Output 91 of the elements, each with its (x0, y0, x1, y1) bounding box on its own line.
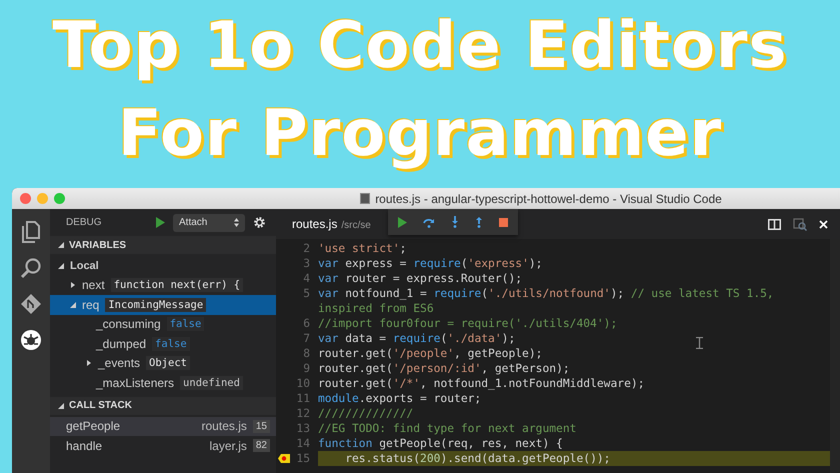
variable-row[interactable]: req IncomingMessage (50, 295, 276, 314)
frame-file: layer.js (210, 438, 247, 453)
code-line: var data = require('./data'); (318, 331, 516, 346)
variable-value: undefined (180, 376, 243, 390)
expanded-arrow-icon[interactable] (58, 402, 64, 408)
variable-row[interactable]: _maxListeners undefined (50, 373, 276, 392)
variable-name: _consuming (96, 317, 161, 332)
variable-row[interactable]: _dumped false (50, 334, 276, 354)
code-line: router.get('/*', notfound_1.notFoundMiddleware); (318, 376, 644, 391)
tab-path: /src/se (341, 220, 371, 231)
close-icon[interactable] (819, 220, 828, 228)
debug-icon[interactable] (20, 329, 42, 351)
variable-name: req (82, 298, 100, 312)
variable-name: next (82, 278, 105, 292)
code-line: router.get('/people', getPeople); (318, 346, 542, 361)
line-number: 5 (303, 287, 310, 300)
banner-title: Top 1o Code Editors (52, 8, 788, 85)
banner-title: For Programmer (118, 96, 722, 173)
frame-name: getPeople (66, 419, 122, 434)
step-into-icon[interactable] (451, 216, 459, 228)
updown-caret-icon (234, 218, 239, 227)
tab-filename: routes.js (292, 217, 338, 231)
section-title: VARIABLES (69, 240, 126, 250)
scope-row[interactable]: Local (50, 256, 276, 276)
stop-icon[interactable] (499, 218, 508, 226)
search-icon[interactable] (20, 257, 42, 279)
section-title: CALL STACK (69, 400, 132, 411)
code-line: //import four0four = require('./utils/404'); (318, 316, 618, 331)
variable-name: _events (98, 356, 140, 370)
scope-name: Local (70, 260, 99, 272)
line-number: 8 (303, 347, 310, 360)
code-line: function getPeople(req, res, next) { (318, 436, 563, 451)
frame-name: handle (66, 438, 104, 453)
variable-row[interactable]: next function next(err) { (50, 276, 276, 295)
frame-file: routes.js (202, 419, 247, 434)
line-number: 12 (296, 407, 310, 420)
line-number: 13 (296, 422, 310, 435)
code-line: router.get('/person/:id', getPerson); (318, 361, 570, 376)
split-editor-icon[interactable] (768, 218, 781, 230)
stack-frame-row[interactable]: getPeople routes.js 15 (50, 416, 276, 436)
variable-value: Object (146, 356, 190, 370)
configuration-select[interactable]: Attach (173, 214, 245, 232)
variable-value: false (152, 336, 190, 351)
variable-name: _maxListeners (96, 376, 174, 390)
code-line: module.exports = router; (318, 391, 482, 406)
section-header[interactable]: CALL STACK (50, 396, 276, 414)
variable-value: false (166, 317, 204, 332)
section-header[interactable]: VARIABLES (50, 236, 276, 254)
stack-frame-row[interactable]: handle layer.js 82 (50, 436, 276, 456)
line-number: 2 (303, 242, 310, 255)
code-line: var express = require('express'); (318, 256, 542, 271)
breakpoint-icon[interactable] (278, 454, 290, 463)
expanded-arrow-icon[interactable] (58, 242, 64, 248)
line-number: 14 (296, 437, 310, 450)
file-icon (360, 193, 370, 204)
code-line: var notfound_1 = require('./utils/notfound'); // use latest TS 1.5, (318, 286, 774, 301)
step-over-icon[interactable] (423, 216, 435, 228)
collapsed-arrow-icon[interactable] (70, 282, 76, 288)
code-line: var router = express.Router(); (318, 271, 522, 286)
line-number: 6 (303, 317, 310, 330)
variable-name: _dumped (96, 336, 146, 351)
variable-row[interactable]: _consuming false (50, 314, 276, 334)
open-changes-icon[interactable] (793, 218, 807, 230)
line-number: 9 (303, 362, 310, 375)
line-number: 7 (303, 332, 310, 345)
line-number: 10 (296, 377, 310, 390)
text-cursor-icon (696, 337, 703, 349)
collapsed-arrow-icon[interactable] (86, 360, 92, 366)
variable-row[interactable]: _events Object (50, 354, 276, 373)
continue-icon[interactable] (398, 216, 407, 228)
expanded-arrow-icon[interactable] (70, 302, 76, 308)
code-line: 'use strict'; (318, 241, 406, 256)
code-line: inspired from ES6 (318, 301, 434, 316)
variable-value: function next(err) { (110, 278, 244, 292)
variable-value: IncomingMessage (105, 298, 206, 312)
line-number: 4 (303, 272, 310, 285)
git-icon[interactable] (20, 293, 42, 315)
play-icon[interactable] (156, 217, 165, 228)
step-out-icon[interactable] (475, 216, 483, 228)
editor-tab[interactable]: routes.js /src/se (292, 217, 371, 231)
scrollbar[interactable] (830, 239, 840, 473)
files-icon[interactable] (21, 221, 41, 243)
line-number: 11 (296, 392, 310, 405)
settings-icon[interactable] (253, 216, 266, 229)
debug-label: DEBUG (66, 217, 103, 228)
expanded-arrow-icon[interactable] (58, 262, 64, 269)
window-title: routes.js - angular-typescript-hottowel-demo - Visual Studio Code (375, 192, 722, 206)
line-number: 15 (296, 452, 310, 465)
code-line: ////////////// (318, 406, 414, 421)
code-line: //EG TODO: find type for next argument (318, 421, 576, 436)
line-number: 3 (303, 257, 310, 270)
